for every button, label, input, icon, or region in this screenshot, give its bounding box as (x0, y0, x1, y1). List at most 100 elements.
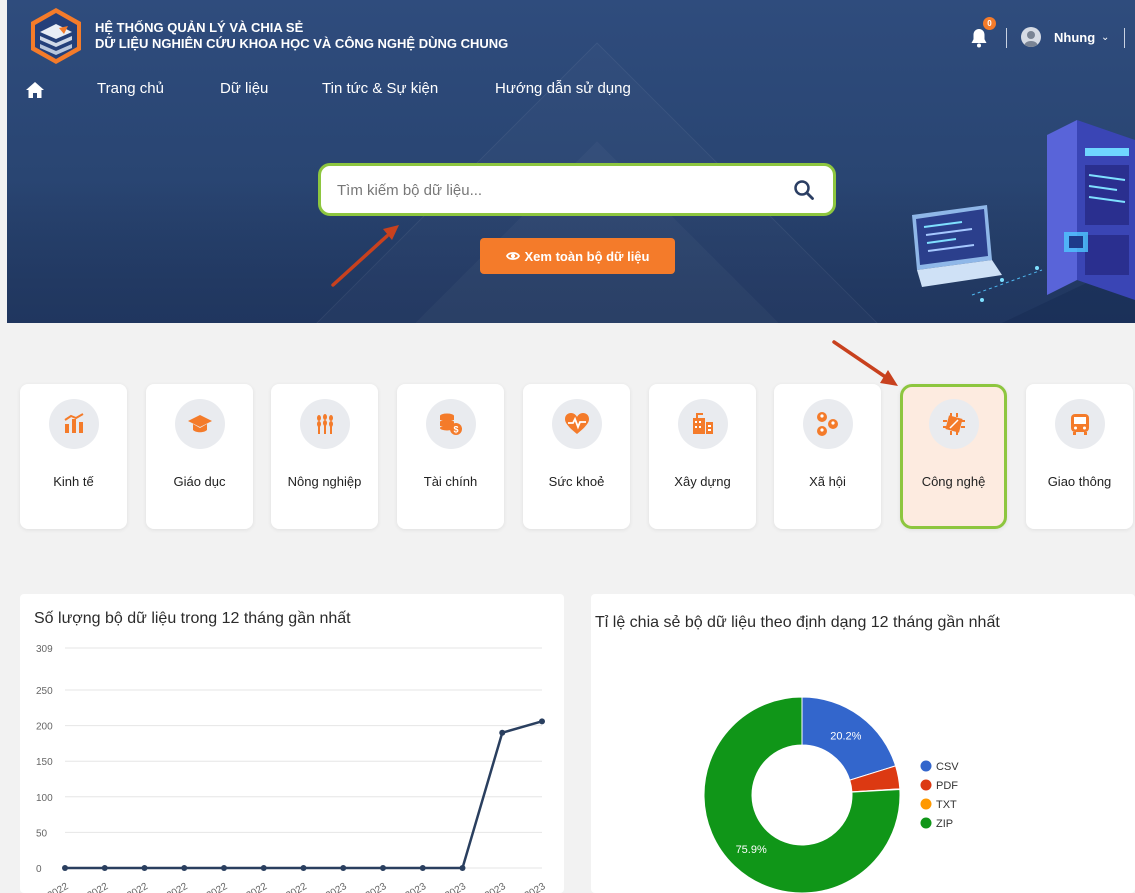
svg-text:$: $ (453, 425, 458, 435)
chart-bars-icon (48, 399, 99, 449)
category-label: Xã hội (809, 474, 846, 489)
legend-swatch (920, 760, 932, 772)
category-education[interactable]: Giáo dục (146, 384, 253, 529)
x-tick-label: 2022 (284, 881, 309, 893)
y-tick-label: 200 (36, 722, 53, 733)
data-point (419, 865, 426, 871)
category-label: Công nghệ (921, 474, 986, 489)
legend-label: ZIP (936, 818, 953, 830)
category-agriculture[interactable]: Nông nghiệp (271, 384, 378, 529)
eye-icon (505, 252, 520, 260)
data-point (260, 865, 267, 871)
user-name[interactable]: Nhung (1054, 30, 1095, 45)
data-point (459, 865, 466, 871)
heart-pulse-icon (551, 399, 602, 449)
category-label: Xây dựng (674, 474, 731, 489)
graduation-cap-icon (174, 399, 225, 449)
legend-swatch (920, 817, 932, 829)
y-tick-label: 309 (36, 644, 53, 655)
people-icon (802, 399, 853, 449)
category-economy[interactable]: Kinh tế (20, 384, 127, 529)
line-series (65, 720, 543, 870)
slice-label: 75.9% (736, 844, 767, 856)
x-tick-label: 2022 (165, 881, 190, 893)
data-point (340, 865, 347, 871)
x-tick-label: 2023 (443, 881, 468, 893)
divider (1124, 28, 1125, 48)
slice-label: 20.2% (830, 730, 861, 742)
legend-label: CSV (936, 761, 959, 773)
search-icon[interactable] (793, 179, 815, 201)
x-tick-label: 2023 (324, 881, 349, 893)
category-label: Giáo dục (173, 474, 226, 489)
data-point (221, 865, 227, 871)
data-point (499, 729, 506, 736)
y-tick-label: 150 (36, 757, 53, 768)
y-tick-label: 250 (36, 686, 53, 697)
x-tick-label: 2023 (364, 881, 389, 893)
search-input[interactable] (337, 178, 767, 202)
home-icon[interactable] (26, 82, 44, 98)
category-finance[interactable]: $ Tài chính (397, 384, 504, 529)
category-health[interactable]: Sức khoẻ (523, 384, 630, 529)
divider (1006, 28, 1007, 48)
annotation-arrow-icon (832, 340, 898, 386)
category-label: Kinh tế (53, 474, 94, 489)
search-box (318, 163, 836, 216)
annotation-arrow-icon (331, 225, 399, 287)
x-tick-label: 2022 (125, 881, 150, 893)
notification-badge: 0 (983, 17, 996, 30)
line-chart-card: Số lượng bộ dữ liệu trong 12 tháng gần n… (20, 594, 564, 893)
legend-label: PDF (936, 780, 958, 792)
category-label: Giao thông (1047, 474, 1112, 489)
category-label: Nông nghiệp (287, 474, 362, 489)
category-society[interactable]: Xã hội (774, 384, 881, 529)
y-tick-label: 50 (36, 828, 48, 839)
nav-news-events[interactable]: Tin tức & Sự kiện (322, 80, 438, 97)
nav-user-guide[interactable]: Hướng dẫn sử dụng (495, 80, 631, 97)
legend-swatch (920, 798, 932, 810)
x-tick-label: 2023 (403, 881, 428, 893)
technology-illustration (912, 120, 1135, 323)
x-tick-label: 2023 (483, 881, 508, 893)
donut-chart-card: Tỉ lệ chia sẻ bộ dữ liệu theo định dạng … (591, 594, 1135, 893)
data-point (380, 865, 386, 871)
logo-icon[interactable] (26, 6, 86, 66)
x-tick-label: 2022 (205, 881, 230, 893)
data-point (539, 718, 545, 725)
view-all-data-label: Xem toàn bộ dữ liệu (524, 248, 650, 264)
y-tick-label: 0 (36, 864, 42, 875)
donut-chart: 20.2% 75.9% CSV PDF TXT ZIP (703, 696, 959, 893)
nav-home[interactable]: Trang chủ (97, 80, 164, 97)
site-title-line2: DỮ LIỆU NGHIÊN CỨU KHOA HỌC VÀ CÔNG NGHỆ… (95, 36, 509, 51)
data-point (62, 865, 68, 871)
avatar[interactable] (1021, 27, 1041, 47)
category-technology[interactable]: Công nghệ (900, 384, 1007, 529)
site-title-line1: HỆ THỐNG QUẢN LÝ VÀ CHIA SẺ (95, 20, 304, 35)
data-point (300, 865, 307, 871)
bus-icon (1054, 399, 1105, 449)
site-title: HỆ THỐNG QUẢN LÝ VÀ CHIA SẺ DỮ LIỆU NGHI… (95, 20, 508, 52)
building-icon (677, 399, 728, 449)
category-construction[interactable]: Xây dựng (649, 384, 756, 529)
legend-swatch (920, 779, 932, 791)
view-all-data-button[interactable]: Xem toàn bộ dữ liệu (480, 238, 675, 274)
nav-data[interactable]: Dữ liệu (220, 80, 268, 97)
x-tick-label: 2022 (46, 881, 71, 893)
chevron-down-icon[interactable]: ⌄ (1101, 32, 1109, 43)
legend-label: TXT (936, 799, 957, 811)
data-point (101, 865, 108, 871)
user-icon (1024, 31, 1038, 47)
category-transport[interactable]: Giao thông (1026, 384, 1133, 529)
x-tick-label: 2022 (244, 881, 269, 893)
line-chart: 0 50 100 150 200 250 309 2022 2022 2022 2022 2022 20… (36, 644, 548, 893)
x-tick-label: 2023 (523, 881, 548, 893)
x-tick-label: 2022 (85, 881, 110, 893)
data-point (141, 865, 148, 871)
coins-icon: $ (425, 399, 476, 449)
wheat-icon (299, 399, 350, 449)
y-tick-label: 100 (36, 793, 53, 804)
category-label: Sức khoẻ (548, 474, 605, 489)
category-label: Tài chính (423, 474, 478, 489)
chip-icon (928, 399, 979, 449)
